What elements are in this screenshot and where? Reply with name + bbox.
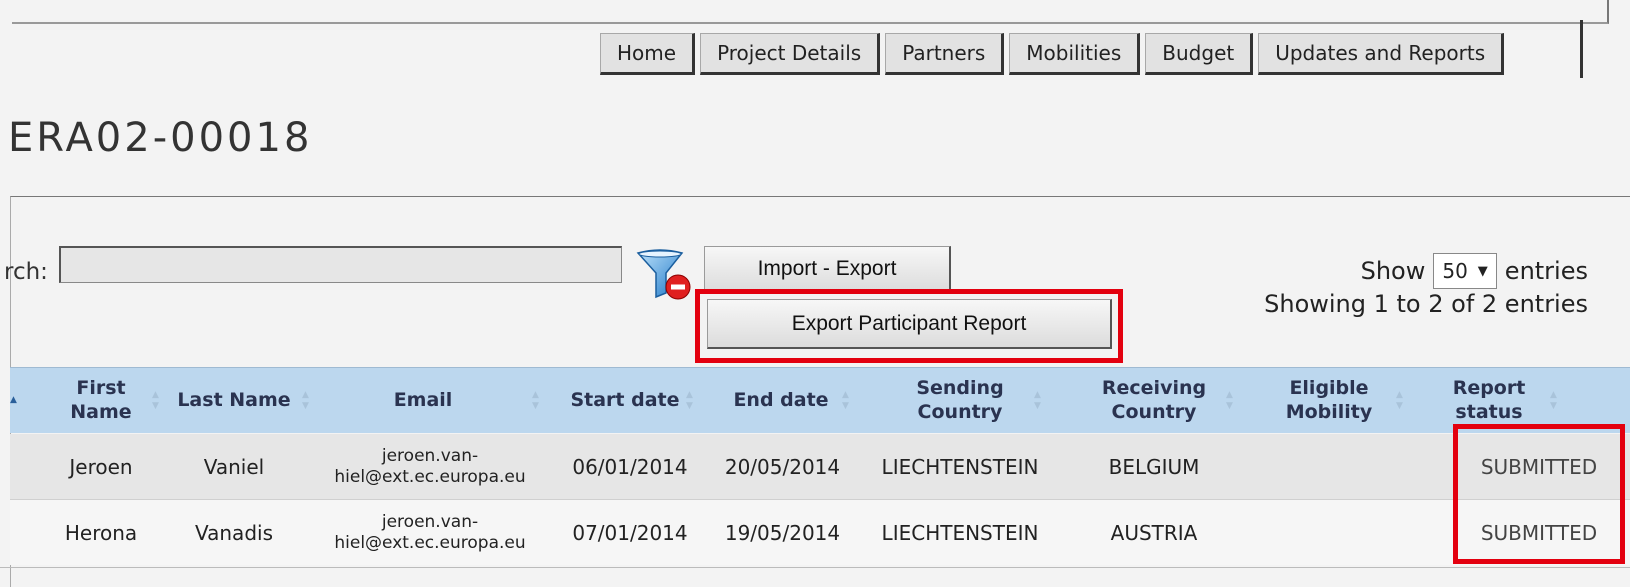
table-bottom-border	[0, 567, 1630, 568]
col-header-receiving-country[interactable]: Receiving Country	[1074, 368, 1234, 433]
nav-tab-updates-and-reports[interactable]: Updates and Reports	[1258, 33, 1505, 75]
main-nav: Home Project Details Partners Mobilities…	[600, 33, 1505, 75]
nav-tab-project-details[interactable]: Project Details	[700, 33, 881, 75]
sort-asc-icon: ▲	[10, 395, 17, 405]
cell-receiving-country: AUSTRIA	[1110, 520, 1198, 545]
sort-icon: ▲ ▼	[842, 389, 849, 411]
search-input[interactable]	[59, 246, 622, 283]
search-label: rch:	[4, 259, 48, 285]
sort-icon: ▲ ▼	[1396, 389, 1403, 411]
col-header-email[interactable]: Email	[318, 368, 528, 433]
col-header-last-name[interactable]: Last Name	[174, 368, 294, 433]
highlight-report-status	[1453, 424, 1625, 564]
table-header: ▲ First Name ▲ ▼ Last Name ▲ ▼ Email ▲ ▼ St…	[10, 367, 1630, 433]
cell-email: jeroen.van-hiel@ext.ec.europa.eu	[334, 512, 526, 553]
cell-email: jeroen.van-hiel@ext.ec.europa.eu	[334, 446, 526, 487]
table-row[interactable]: Herona Vanadis jeroen.van-hiel@ext.ec.eu…	[10, 500, 1630, 565]
col-header-start-date[interactable]: Start date	[570, 368, 680, 433]
col-header-sending-country[interactable]: Sending Country	[880, 368, 1040, 433]
sort-icon: ▲ ▼	[686, 389, 693, 411]
sort-icon: ▲ ▼	[532, 389, 539, 411]
cell-start-date: 07/01/2014	[572, 520, 688, 545]
cell-eligible-mobility	[1264, 434, 1394, 499]
length-select-value: 50	[1442, 259, 1468, 283]
col-header-end-date[interactable]: End date	[716, 368, 846, 433]
cell-receiving-country: BELGIUM	[1108, 454, 1200, 479]
import-export-button[interactable]: Import - Export	[704, 246, 951, 293]
length-select[interactable]: 50 ▼	[1433, 253, 1497, 289]
table-info: Showing 1 to 2 of 2 entries	[1264, 290, 1588, 318]
cell-first-name: Herona	[64, 520, 138, 545]
cell-end-date: 19/05/2014	[724, 520, 841, 545]
sort-icon: ▲ ▼	[302, 389, 309, 411]
length-control: Show 50 ▼ entries	[1361, 253, 1588, 289]
cell-sending-country: LIECHTENSTEIN	[881, 454, 1039, 479]
nav-tab-home[interactable]: Home	[600, 33, 696, 75]
col-header-first-name[interactable]: First Name	[58, 368, 144, 433]
nav-tab-budget[interactable]: Budget	[1145, 33, 1254, 75]
chevron-down-icon: ▼	[1477, 263, 1488, 279]
cell-first-name: Jeroen	[69, 454, 133, 479]
nav-divider	[1580, 20, 1583, 78]
length-entries-label: entries	[1504, 257, 1588, 285]
window-frame	[12, 0, 1609, 24]
sort-icon: ▲ ▼	[1034, 389, 1041, 411]
length-show-label: Show	[1360, 257, 1426, 285]
cell-start-date: 06/01/2014	[572, 454, 688, 479]
nav-tab-mobilities[interactable]: Mobilities	[1009, 33, 1141, 75]
sort-icon: ▲ ▼	[1226, 389, 1233, 411]
col-header-eligible-mobility[interactable]: Eligible Mobility	[1264, 368, 1394, 433]
cell-last-name: Vaniel	[203, 454, 265, 479]
sort-icon: ▲ ▼	[152, 389, 159, 411]
highlight-export-button	[695, 289, 1123, 363]
cell-last-name: Vanadis	[195, 520, 273, 545]
cell-eligible-mobility	[1264, 500, 1394, 565]
cell-sending-country: LIECHTENSTEIN	[881, 520, 1039, 545]
filter-clear-icon[interactable]	[636, 249, 692, 301]
cell-end-date: 20/05/2014	[724, 454, 841, 479]
nav-tab-partners[interactable]: Partners	[885, 33, 1005, 75]
table-row[interactable]: Jeroen Vaniel jeroen.van-hiel@ext.ec.eur…	[10, 434, 1630, 500]
page-title: ERA02-00018	[8, 115, 313, 161]
